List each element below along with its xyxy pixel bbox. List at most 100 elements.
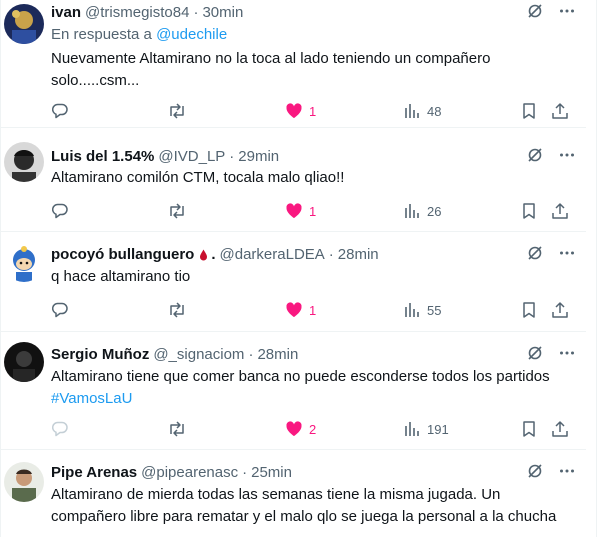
author-name[interactable]: pocoyó bullanguero <box>51 246 194 263</box>
grok-icon[interactable] <box>526 244 544 262</box>
share-button[interactable] <box>551 299 569 321</box>
tweet-text-line: Altamirano de mierda todas las semanas t… <box>51 486 501 503</box>
avatar[interactable] <box>4 142 44 182</box>
timestamp[interactable]: 30min <box>202 4 243 21</box>
tweet-text-line: Altamirano comilón CTM, tocala malo qlia… <box>51 169 345 186</box>
author-handle[interactable]: @pipearenasc <box>141 464 238 481</box>
author-name[interactable]: Sergio Muñoz <box>51 346 149 363</box>
share-button[interactable] <box>551 100 569 122</box>
tweet-text-line: q hace altamirano tio <box>51 268 191 285</box>
reply-icon <box>51 302 68 318</box>
heart-icon <box>286 421 302 436</box>
grok-icon[interactable] <box>526 344 544 362</box>
more-icon[interactable] <box>558 2 576 20</box>
timestamp[interactable]: 28min <box>338 246 379 263</box>
avatar[interactable] <box>4 342 44 382</box>
like-count: 2 <box>309 421 317 437</box>
author-handle[interactable]: @IVD_LP <box>158 148 225 165</box>
tweet[interactable]: pocoyó bullanguero . @darkeraLDEA · 28mi… <box>1 232 586 332</box>
views-icon <box>405 422 419 436</box>
like-count: 1 <box>309 302 317 318</box>
like-button[interactable]: 1 <box>285 100 316 122</box>
repost-button[interactable] <box>167 100 187 122</box>
reply-icon <box>51 103 68 119</box>
reply-button[interactable] <box>51 299 69 321</box>
share-icon <box>552 302 568 318</box>
tweet-actions: 1 55 <box>51 299 570 321</box>
like-button[interactable]: 1 <box>285 200 316 222</box>
tweet-text: Nuevamente Altamirano no la toca al lado… <box>51 48 574 92</box>
grok-icon[interactable] <box>526 2 544 20</box>
repost-icon <box>170 302 184 318</box>
tweet[interactable]: ivan @trismegisto84 · 30min En respuesta… <box>1 0 586 128</box>
separator: · <box>242 463 248 481</box>
name-suffix: . <box>211 245 216 263</box>
timestamp[interactable]: 28min <box>257 346 298 363</box>
author-handle[interactable]: @_signaciom <box>153 346 244 363</box>
timestamp[interactable]: 29min <box>238 148 279 165</box>
avatar[interactable] <box>4 462 44 502</box>
bookmark-icon <box>523 103 535 119</box>
avatar[interactable] <box>4 4 44 44</box>
more-icon[interactable] <box>558 462 576 480</box>
blood-drop-icon <box>199 249 208 261</box>
like-button[interactable]: 2 <box>285 418 316 440</box>
views-button[interactable]: 55 <box>403 299 441 321</box>
reply-icon <box>51 421 68 437</box>
tweet[interactable]: Pipe Arenas @pipearenasc · 25min Altamir… <box>1 450 586 537</box>
bookmark-button[interactable] <box>521 418 537 440</box>
heart-icon <box>286 103 302 118</box>
author-handle[interactable]: @trismegisto84 <box>85 4 189 21</box>
reply-button[interactable] <box>51 418 69 440</box>
more-icon[interactable] <box>558 244 576 262</box>
author-name[interactable]: Pipe Arenas <box>51 464 137 481</box>
separator: · <box>193 3 199 21</box>
view-count: 48 <box>427 103 442 119</box>
more-icon[interactable] <box>558 146 576 164</box>
timestamp[interactable]: 25min <box>251 464 292 481</box>
share-icon <box>552 103 568 119</box>
views-button[interactable]: 191 <box>403 418 449 440</box>
bookmark-icon <box>523 421 535 437</box>
tweet-text: Altamirano tiene que comer banca no pued… <box>51 366 574 410</box>
hashtag-link[interactable]: #VamosLaU <box>51 388 574 410</box>
separator: · <box>328 245 334 263</box>
bookmark-button[interactable] <box>521 100 537 122</box>
tweet-text-line: compañero libre para rematar y el malo q… <box>51 508 557 525</box>
bookmark-icon <box>523 302 535 318</box>
grok-icon[interactable] <box>526 146 544 164</box>
author-name[interactable]: ivan <box>51 4 81 21</box>
author-name[interactable]: Luis del 1.54% <box>51 148 154 165</box>
like-count: 1 <box>309 103 317 119</box>
repost-button[interactable] <box>167 299 187 321</box>
more-icon[interactable] <box>558 344 576 362</box>
views-icon <box>405 204 419 218</box>
like-count: 1 <box>309 203 317 219</box>
tweet-text-line: solo.....csm... <box>51 72 140 89</box>
repost-button[interactable] <box>167 418 187 440</box>
reply-icon <box>51 203 68 219</box>
reply-context: En respuesta a @udechile <box>51 26 227 43</box>
avatar[interactable] <box>4 242 44 282</box>
bookmark-icon <box>523 203 535 219</box>
views-icon <box>405 303 419 317</box>
tweet-actions: 1 26 <box>51 200 570 222</box>
view-count: 26 <box>427 203 442 219</box>
author-handle[interactable]: @darkeraLDEA <box>220 246 325 263</box>
tweet[interactable]: Luis del 1.54% @IVD_LP · 29min Altamiran… <box>1 138 586 232</box>
share-button[interactable] <box>551 200 569 222</box>
tweet-actions: 1 48 <box>51 100 570 122</box>
bookmark-button[interactable] <box>521 299 537 321</box>
bookmark-button[interactable] <box>521 200 537 222</box>
reply-button[interactable] <box>51 100 69 122</box>
reply-button[interactable] <box>51 200 69 222</box>
reply-mention-link[interactable]: @udechile <box>156 26 227 43</box>
grok-icon[interactable] <box>526 462 544 480</box>
share-icon <box>552 203 568 219</box>
tweet[interactable]: Sergio Muñoz @_signaciom · 28min Altamir… <box>1 332 586 450</box>
like-button[interactable]: 1 <box>285 299 316 321</box>
share-button[interactable] <box>551 418 569 440</box>
repost-button[interactable] <box>167 200 187 222</box>
views-button[interactable]: 26 <box>403 200 441 222</box>
views-button[interactable]: 48 <box>403 100 441 122</box>
